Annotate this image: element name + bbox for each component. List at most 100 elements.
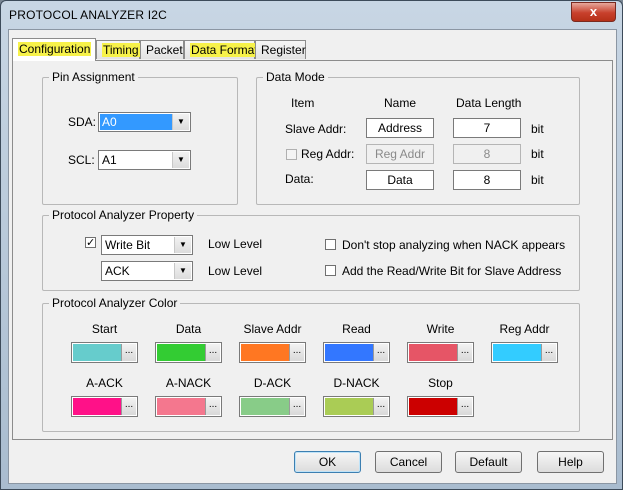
slave-addr-unit: bit	[531, 122, 544, 136]
color-label: Data	[175, 322, 202, 336]
dont-stop-label: Don't stop analyzing when NACK appears	[342, 238, 566, 252]
reg-addr-checkbox[interactable]	[286, 149, 297, 160]
color-label: Slave Addr	[243, 322, 302, 336]
color-swatch[interactable]: ...	[71, 342, 138, 363]
pin-assignment-group: Pin Assignment SDA: A0 ▼ SCL: A1 ▼	[42, 70, 238, 205]
ack-level: Low Level	[208, 264, 263, 278]
write-bit-select[interactable]: Write Bit ▼	[101, 235, 193, 255]
tab-data-format[interactable]: Data Format	[184, 40, 259, 59]
title-bar: PROTOCOL ANALYZER I2C x	[1, 1, 622, 29]
color-picker-button[interactable]: ...	[289, 398, 304, 415]
color-fill	[325, 398, 374, 415]
color-fill	[241, 344, 290, 361]
color-swatch[interactable]: ...	[155, 396, 222, 417]
color-swatch[interactable]: ...	[407, 342, 474, 363]
tab-register[interactable]: Register	[255, 40, 306, 59]
tab-packet-label: Packet	[146, 43, 183, 57]
data-length-field[interactable]: 8	[453, 170, 521, 190]
color-swatch[interactable]: ...	[323, 396, 390, 417]
color-picker-button[interactable]: ...	[457, 398, 472, 415]
color-swatch[interactable]: ...	[155, 342, 222, 363]
color-fill	[409, 398, 458, 415]
sda-select[interactable]: A0 ▼	[98, 112, 191, 132]
color-title: Protocol Analyzer Color	[49, 296, 181, 310]
tab-configuration[interactable]: Configuration	[12, 38, 96, 61]
col-item: Item	[291, 96, 315, 110]
color-picker-button[interactable]: ...	[289, 344, 304, 361]
color-label: D-NACK	[333, 376, 380, 390]
color-label: Write	[426, 322, 455, 336]
tab-configuration-label: Configuration	[18, 42, 92, 56]
write-bit-value: Write Bit	[105, 238, 151, 252]
property-group: Protocol Analyzer Property ✓ Write Bit ▼…	[42, 208, 580, 291]
color-picker-button[interactable]: ...	[373, 398, 388, 415]
color-swatch[interactable]: ...	[407, 396, 474, 417]
color-swatch[interactable]: ...	[71, 396, 138, 417]
dialog-client: Configuration Timing Packet Data Format …	[8, 29, 617, 484]
configuration-panel: Pin Assignment SDA: A0 ▼ SCL: A1 ▼ Data …	[12, 60, 613, 440]
color-label: D-ACK	[253, 376, 292, 390]
add-rw-bit-checkbox[interactable]	[325, 265, 336, 276]
dialog-window: PROTOCOL ANALYZER I2C x Configuration Ti…	[0, 0, 623, 490]
write-bit-level: Low Level	[208, 237, 263, 251]
check-icon: ✓	[86, 237, 96, 249]
col-name: Name	[384, 96, 417, 110]
color-swatch[interactable]: ...	[239, 396, 306, 417]
color-label: Reg Addr	[499, 322, 550, 336]
color-label: Stop	[428, 376, 453, 390]
data-name-field[interactable]: Data	[366, 170, 434, 190]
color-label: A-NACK	[165, 376, 212, 390]
reg-addr-name-field[interactable]: Reg Addr	[366, 144, 434, 164]
default-button[interactable]: Default	[455, 451, 522, 473]
data-mode-group: Data Mode Item Name Data Length Slave Ad…	[256, 70, 580, 205]
reg-addr-unit: bit	[531, 147, 544, 161]
scl-select[interactable]: A1 ▼	[98, 150, 191, 170]
slave-addr-length-field[interactable]: 7	[453, 118, 521, 138]
chevron-down-icon: ▼	[174, 263, 191, 279]
tab-data-format-label: Data Format	[190, 43, 259, 57]
slave-addr-name-field[interactable]: Address	[366, 118, 434, 138]
color-picker-button[interactable]: ...	[121, 398, 136, 415]
tab-register-label: Register	[261, 43, 306, 57]
ack-select[interactable]: ACK ▼	[101, 261, 193, 281]
help-button[interactable]: Help	[537, 451, 604, 473]
sda-label: SDA:	[68, 115, 97, 129]
scl-value: A1	[102, 153, 117, 167]
data-mode-title: Data Mode	[263, 70, 328, 84]
ack-value: ACK	[105, 264, 130, 278]
color-picker-button[interactable]: ...	[541, 344, 556, 361]
dont-stop-checkbox[interactable]	[325, 239, 336, 250]
chevron-down-icon: ▼	[172, 152, 189, 168]
reg-addr-length-field[interactable]: 8	[453, 144, 521, 164]
color-swatch[interactable]: ...	[491, 342, 558, 363]
tab-packet[interactable]: Packet	[140, 40, 184, 59]
color-label: Start	[91, 322, 118, 336]
color-picker-button[interactable]: ...	[373, 344, 388, 361]
color-picker-button[interactable]: ...	[205, 344, 220, 361]
color-picker-button[interactable]: ...	[121, 344, 136, 361]
tab-timing[interactable]: Timing	[96, 40, 140, 59]
add-rw-bit-label: Add the Read/Write Bit for Slave Address	[342, 264, 562, 278]
window-title: PROTOCOL ANALYZER I2C	[9, 8, 168, 22]
col-data-length: Data Length	[456, 96, 522, 110]
ok-button[interactable]: OK	[294, 451, 361, 473]
close-button[interactable]: x	[571, 2, 616, 22]
cancel-button[interactable]: Cancel	[375, 451, 442, 473]
scl-label: SCL:	[68, 153, 95, 167]
chevron-down-icon: ▼	[174, 237, 191, 253]
color-picker-button[interactable]: ...	[457, 344, 472, 361]
tab-timing-label: Timing	[102, 43, 140, 57]
color-swatch[interactable]: ...	[323, 342, 390, 363]
sda-value: A0	[100, 114, 172, 130]
color-group: Protocol Analyzer Color Start... Data... S…	[42, 296, 580, 432]
color-picker-button[interactable]: ...	[205, 398, 220, 415]
color-fill	[73, 344, 122, 361]
color-fill	[157, 344, 206, 361]
color-label: Read	[342, 322, 371, 336]
color-fill	[493, 344, 542, 361]
color-swatch[interactable]: ...	[239, 342, 306, 363]
color-fill	[157, 398, 206, 415]
chevron-down-icon: ▼	[172, 114, 189, 130]
write-bit-checkbox[interactable]: ✓	[85, 237, 96, 249]
property-title: Protocol Analyzer Property	[49, 208, 198, 222]
